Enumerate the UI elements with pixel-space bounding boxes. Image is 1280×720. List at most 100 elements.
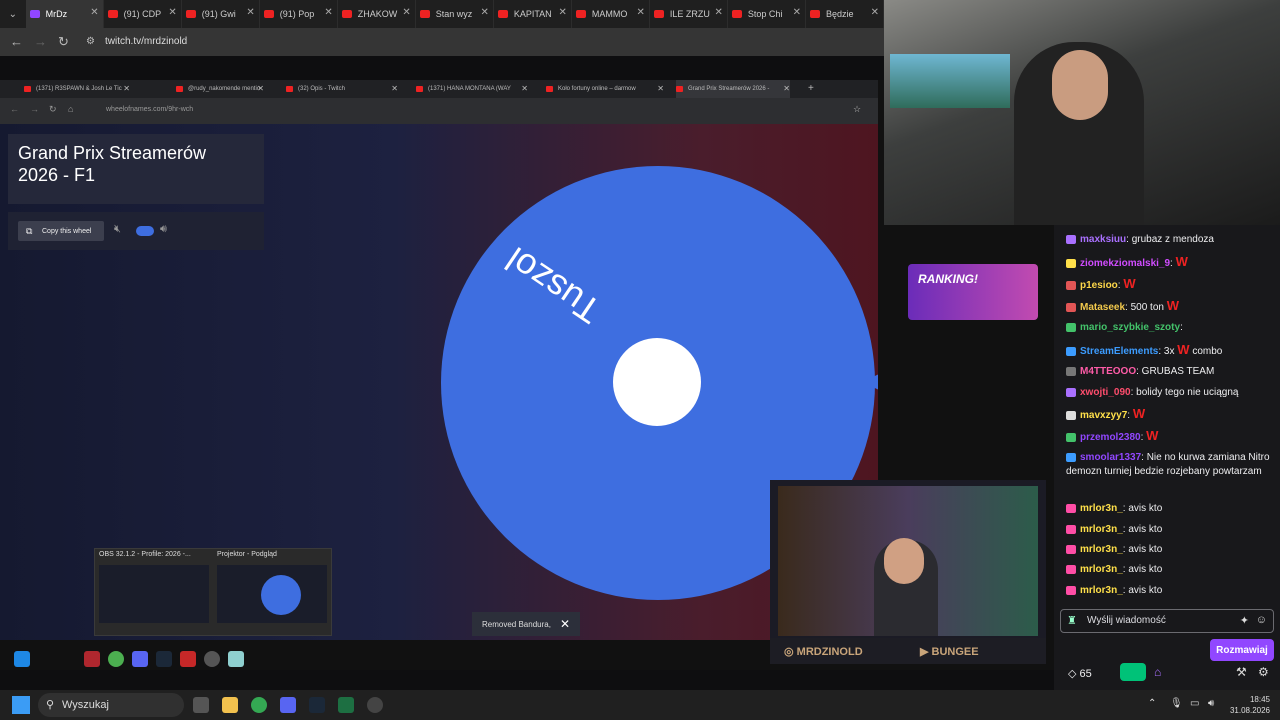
chat-input[interactable]: ♜ Wyślij wiadomość ✦ ☺: [1060, 609, 1274, 633]
outer-tab-7[interactable]: MAMMO ✕: [572, 0, 650, 28]
tab-close-icon[interactable]: ✕: [871, 7, 879, 18]
display-icon[interactable]: ▭: [1190, 698, 1199, 709]
emote-icon[interactable]: ☺: [1256, 614, 1267, 626]
chat-badge-icon[interactable]: [1066, 410, 1076, 420]
chat-username[interactable]: maxksiuu: [1080, 234, 1126, 245]
outer-tab-0[interactable]: MrDz ✕: [25, 0, 104, 28]
tab-close-icon[interactable]: ✕: [793, 7, 801, 18]
tab-close-icon[interactable]: ✕: [558, 7, 566, 18]
start-icon[interactable]: [12, 696, 30, 714]
chat-username[interactable]: mario_szybkie_szoty: [1080, 322, 1180, 333]
excel-icon[interactable]: [338, 697, 354, 713]
chat-badge-icon[interactable]: [1066, 564, 1076, 574]
obs-icon: [204, 651, 220, 667]
tab-close-icon[interactable]: ✕: [637, 7, 645, 18]
gift-icon[interactable]: ⌂: [1154, 665, 1161, 679]
sound-toggle[interactable]: [136, 226, 154, 236]
chat-username[interactable]: mrlor3n_: [1080, 524, 1123, 535]
outer-tab-5[interactable]: Stan wyz ✕: [416, 0, 494, 28]
tray-chevron-icon[interactable]: ⌃: [1148, 698, 1156, 709]
taskview-icon[interactable]: [193, 697, 209, 713]
tab-label: ZHAKOW: [357, 9, 398, 19]
tab-close-icon[interactable]: ✕: [480, 7, 488, 18]
toast-close-icon[interactable]: ✕: [560, 617, 570, 631]
chat-message: p1esioo: W: [1066, 277, 1274, 293]
mute-icon[interactable]: 🔇︎: [114, 223, 121, 236]
clock[interactable]: 18:45 31.08.2026: [1230, 694, 1270, 716]
chat-username[interactable]: Mataseek: [1080, 302, 1125, 313]
outer-tab-2[interactable]: (91) Gwi ✕: [182, 0, 260, 28]
copy-wheel-button[interactable]: ⧉ Copy this wheel: [18, 221, 104, 241]
tab-label: Będzie: [825, 9, 854, 19]
chat-badge-icon[interactable]: [1066, 280, 1076, 290]
wheel-center[interactable]: [613, 338, 701, 426]
steam-taskbar-icon[interactable]: [309, 697, 325, 713]
chat-badge-icon[interactable]: [1066, 585, 1076, 595]
chat-username[interactable]: mavxzyy7: [1080, 410, 1127, 421]
chat-badge-icon[interactable]: [1066, 346, 1076, 356]
chat-badge-icon[interactable]: [1066, 322, 1076, 332]
outer-tab-9[interactable]: Stop Chi ✕: [728, 0, 806, 28]
chat-badge-icon[interactable]: [1066, 234, 1076, 244]
chat-badge-icon[interactable]: [1066, 302, 1076, 312]
preview-obs[interactable]: OBS 32.1.2 - Profile: 2026 -...: [99, 551, 211, 623]
chat-username[interactable]: mrlor3n_: [1080, 585, 1123, 596]
chat-username[interactable]: mrlor3n_: [1080, 544, 1123, 555]
chat-badge-icon[interactable]: [1066, 452, 1076, 462]
reload-icon[interactable]: ↻: [58, 34, 69, 50]
tab-close-icon[interactable]: ✕: [715, 7, 723, 18]
tab-menu-chevron-icon[interactable]: ⌄: [0, 0, 26, 28]
chat-username[interactable]: przemol2380: [1080, 432, 1141, 443]
chat-username[interactable]: xwojti_090: [1080, 387, 1131, 398]
captured-taskbar: [0, 644, 330, 670]
outer-tab-4[interactable]: ZHAKOW ✕: [338, 0, 416, 28]
site-info-icon[interactable]: ⚙: [86, 36, 95, 47]
chat-settings-icon[interactable]: ⚙: [1258, 665, 1269, 679]
explorer-icon[interactable]: [222, 697, 238, 713]
chat-badge-icon[interactable]: [1066, 432, 1076, 442]
back-icon[interactable]: ←: [10, 34, 23, 49]
tab-close-icon[interactable]: ✕: [324, 7, 332, 18]
outer-tab-3[interactable]: (91) Pop ✕: [260, 0, 338, 28]
chat-badge-icon[interactable]: [1066, 544, 1076, 554]
url-text[interactable]: twitch.tv/mrdzinold: [105, 36, 187, 47]
chat-mod-icon[interactable]: ⚒: [1236, 665, 1247, 679]
chat-username[interactable]: mrlor3n_: [1080, 503, 1123, 514]
chat-badge-icon[interactable]: ♜: [1067, 614, 1077, 627]
preview-projector[interactable]: Projektor - Podgląd: [217, 551, 329, 623]
outer-tab-8[interactable]: ILE ZRZU ✕: [650, 0, 728, 28]
chat-badge-icon[interactable]: [1066, 366, 1076, 376]
steam-icon: [156, 651, 172, 667]
chat-username[interactable]: ziomekziomalski_9: [1080, 258, 1170, 269]
prediction-icon[interactable]: [1120, 663, 1146, 681]
inner-reload-icon: ↻: [49, 104, 57, 114]
search-box[interactable]: ⚲ Wyszukaj: [38, 693, 184, 717]
forward-icon[interactable]: →: [34, 34, 47, 49]
chat-badge-icon[interactable]: [1066, 387, 1076, 397]
channel-points[interactable]: ◇ 65: [1068, 667, 1092, 680]
speaker-icon[interactable]: 🔊︎: [1208, 698, 1214, 709]
tab-close-icon[interactable]: ✕: [402, 7, 410, 18]
mic-icon[interactable]: 🎙︎: [1170, 698, 1183, 709]
chat-text: : 3x: [1158, 346, 1175, 357]
tab-close-icon[interactable]: ✕: [246, 7, 254, 18]
tab-close-icon[interactable]: ✕: [168, 7, 176, 18]
chat-send-button[interactable]: Rozmawiaj: [1210, 639, 1274, 661]
chat-badge-icon[interactable]: [1066, 524, 1076, 534]
chat-username[interactable]: mrlor3n_: [1080, 564, 1123, 575]
chat-username[interactable]: p1esioo: [1080, 280, 1118, 291]
chrome-taskbar-icon[interactable]: [251, 697, 267, 713]
tab-close-icon[interactable]: ✕: [90, 7, 98, 18]
outer-tab-1[interactable]: (91) CDP ✕: [104, 0, 182, 28]
chat-username[interactable]: StreamElements: [1080, 346, 1158, 357]
bits-icon[interactable]: ✦: [1240, 614, 1249, 627]
chat-username[interactable]: smoolar1337: [1080, 452, 1141, 463]
chat-badge-icon[interactable]: [1066, 258, 1076, 268]
obs-taskbar-icon[interactable]: [367, 697, 383, 713]
chat-username[interactable]: M4TTEOOO: [1080, 366, 1136, 377]
outer-tab-10[interactable]: Będzie ✕: [806, 0, 884, 28]
discord-taskbar-icon[interactable]: [280, 697, 296, 713]
outer-tab-6[interactable]: KAPITAN ✕: [494, 0, 572, 28]
chat-badge-icon[interactable]: [1066, 503, 1076, 513]
volume-icon[interactable]: 🔊︎: [160, 223, 167, 236]
